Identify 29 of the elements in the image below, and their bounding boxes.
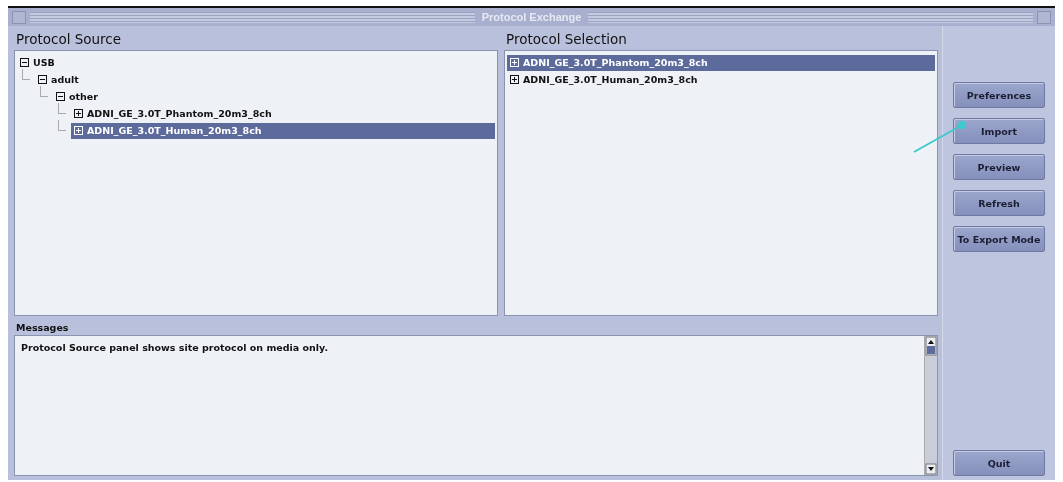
quit-button[interactable]: Quit xyxy=(953,450,1045,476)
message-text: Protocol Source panel shows site protocol on media only. xyxy=(20,341,330,355)
tree-item[interactable]: ADNI_GE_3.0T_Human_20m3_8ch xyxy=(71,122,495,139)
side-button[interactable]: Import xyxy=(953,118,1045,144)
side-button[interactable]: Preview xyxy=(953,154,1045,180)
side-button[interactable]: To Export Mode xyxy=(953,226,1045,252)
collapse-icon[interactable] xyxy=(38,75,47,84)
panel-heading: Protocol Source xyxy=(15,30,123,49)
scroll-up-icon[interactable] xyxy=(925,336,937,356)
expand-icon[interactable] xyxy=(74,109,83,118)
title-bar-grip[interactable] xyxy=(30,11,475,23)
tree-item[interactable]: adult xyxy=(35,71,495,88)
tree-item[interactable]: ADNI_GE_3.0T_Phantom_20m3_8ch xyxy=(71,105,495,122)
messages-heading: Messages xyxy=(15,322,70,333)
collapse-icon[interactable] xyxy=(56,92,65,101)
collapse-icon[interactable] xyxy=(20,58,29,67)
window-title: Protocol Exchange xyxy=(480,11,583,23)
title-bar-grip[interactable] xyxy=(588,11,1033,23)
tree-item[interactable]: USB xyxy=(17,54,495,71)
expand-icon[interactable] xyxy=(510,75,519,84)
pointer-line xyxy=(912,118,968,154)
tree-item[interactable]: ADNI_GE_3.0T_Human_20m3_8ch xyxy=(507,71,935,88)
tree-item[interactable]: other xyxy=(53,88,495,105)
side-button[interactable]: Preferences xyxy=(953,82,1045,108)
side-button[interactable]: Refresh xyxy=(953,190,1045,216)
panel-heading: Protocol Selection xyxy=(505,30,628,49)
tree-item[interactable]: ADNI_GE_3.0T_Phantom_20m3_8ch xyxy=(507,54,935,71)
scroll-bar[interactable] xyxy=(924,336,937,475)
scroll-down-icon[interactable] xyxy=(925,463,937,475)
